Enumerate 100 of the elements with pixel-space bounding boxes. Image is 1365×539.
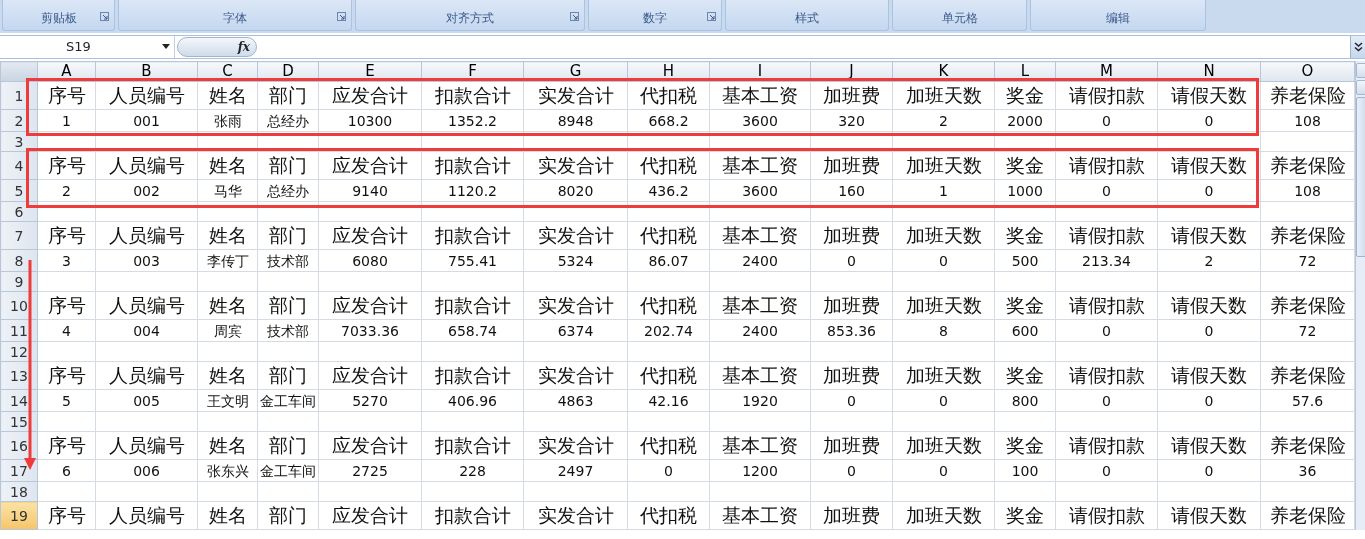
row-header[interactable]: 18 bbox=[0, 481, 38, 502]
header-cell: 实发合计 bbox=[523, 361, 628, 390]
table-cell: 213.34 bbox=[1055, 249, 1158, 272]
table-cell: 4863 bbox=[523, 389, 628, 412]
header-cell: 部门 bbox=[257, 221, 319, 250]
table-cell: 0 bbox=[1055, 179, 1158, 202]
table-cell: 0 bbox=[1055, 389, 1158, 412]
header-cell: 扣款合计 bbox=[421, 501, 524, 530]
table-cell: 668.2 bbox=[627, 109, 710, 132]
header-cell: 应发合计 bbox=[318, 291, 422, 320]
table-cell: 0 bbox=[1157, 109, 1261, 132]
table-cell: 金工车间 bbox=[257, 459, 319, 482]
dialog-launcher-icon[interactable] bbox=[570, 12, 579, 21]
header-cell: 加班费 bbox=[810, 221, 893, 250]
header-cell: 姓名 bbox=[197, 151, 258, 180]
table-cell: 3600 bbox=[709, 109, 811, 132]
header-cell: 序号 bbox=[37, 431, 96, 460]
header-cell: 养老保险 bbox=[1260, 361, 1355, 390]
header-cell: 序号 bbox=[37, 361, 96, 390]
table-cell: 5 bbox=[37, 389, 96, 412]
header-cell: 请假天数 bbox=[1157, 81, 1261, 110]
table-cell: 技术部 bbox=[257, 249, 319, 272]
dialog-launcher-icon[interactable] bbox=[337, 12, 346, 21]
header-cell: 加班费 bbox=[810, 361, 893, 390]
header-cell: 人员编号 bbox=[95, 221, 198, 250]
header-cell: 养老保险 bbox=[1260, 221, 1355, 250]
table-cell: 72 bbox=[1260, 249, 1355, 272]
table-cell: 总经办 bbox=[257, 179, 319, 202]
table-cell: 1352.2 bbox=[421, 109, 524, 132]
header-cell: 养老保险 bbox=[1260, 81, 1355, 110]
table-cell: 王文明 bbox=[197, 389, 258, 412]
table-cell: 5270 bbox=[318, 389, 422, 412]
column-header[interactable]: O bbox=[1260, 61, 1355, 82]
table-cell: 436.2 bbox=[627, 179, 710, 202]
expand-button[interactable] bbox=[1350, 36, 1365, 58]
table-cell: 6 bbox=[37, 459, 96, 482]
header-cell: 应发合计 bbox=[318, 501, 422, 530]
header-cell: 人员编号 bbox=[95, 501, 198, 530]
table-cell: 0 bbox=[892, 249, 995, 272]
table-cell: 202.74 bbox=[627, 319, 710, 342]
header-cell: 请假扣款 bbox=[1055, 501, 1158, 530]
table-cell: 金工车间 bbox=[257, 389, 319, 412]
table-cell: 160 bbox=[810, 179, 893, 202]
table-cell: 0 bbox=[1157, 179, 1261, 202]
vertical-scrollbar[interactable] bbox=[1355, 61, 1365, 530]
header-cell: 姓名 bbox=[197, 361, 258, 390]
table-cell: 3600 bbox=[709, 179, 811, 202]
header-cell: 请假天数 bbox=[1157, 431, 1261, 460]
header-cell: 加班天数 bbox=[892, 81, 995, 110]
table-cell: 技术部 bbox=[257, 319, 319, 342]
header-cell: 部门 bbox=[257, 291, 319, 320]
table-cell: 4 bbox=[37, 319, 96, 342]
header-cell: 加班费 bbox=[810, 291, 893, 320]
table-cell: 0 bbox=[1157, 389, 1261, 412]
table-cell: 406.96 bbox=[421, 389, 524, 412]
row-header[interactable]: 19 bbox=[0, 501, 38, 530]
table-cell: 0 bbox=[1157, 319, 1261, 342]
table-cell: 1 bbox=[37, 109, 96, 132]
header-cell: 基本工资 bbox=[709, 151, 811, 180]
table-cell: 0 bbox=[1055, 319, 1158, 342]
table-cell: 42.16 bbox=[627, 389, 710, 412]
table-cell: 8 bbox=[892, 319, 995, 342]
table-cell: 658.74 bbox=[421, 319, 524, 342]
header-cell: 奖金 bbox=[994, 81, 1056, 110]
dialog-launcher-icon[interactable] bbox=[707, 12, 716, 21]
header-cell: 代扣税 bbox=[627, 221, 710, 250]
header-cell: 序号 bbox=[37, 81, 96, 110]
table-cell: 5324 bbox=[523, 249, 628, 272]
header-cell: 扣款合计 bbox=[421, 291, 524, 320]
dialog-launcher-icon[interactable] bbox=[100, 12, 109, 21]
header-cell: 请假天数 bbox=[1157, 151, 1261, 180]
row-header[interactable]: 7 bbox=[0, 221, 38, 250]
header-cell: 人员编号 bbox=[95, 291, 198, 320]
table-cell: 1120.2 bbox=[421, 179, 524, 202]
header-cell: 加班费 bbox=[810, 81, 893, 110]
header-cell: 姓名 bbox=[197, 431, 258, 460]
header-cell: 实发合计 bbox=[523, 501, 628, 530]
header-cell: 请假扣款 bbox=[1055, 151, 1158, 180]
table-cell: 1000 bbox=[994, 179, 1056, 202]
header-cell: 基本工资 bbox=[709, 501, 811, 530]
name-box[interactable]: S19 bbox=[0, 36, 175, 58]
insert-function-button[interactable]: fx bbox=[177, 37, 257, 57]
header-cell: 部门 bbox=[257, 431, 319, 460]
table-cell: 9140 bbox=[318, 179, 422, 202]
header-cell: 部门 bbox=[257, 81, 319, 110]
table-cell: 2725 bbox=[318, 459, 422, 482]
header-cell: 序号 bbox=[37, 221, 96, 250]
header-cell: 加班天数 bbox=[892, 291, 995, 320]
header-cell: 序号 bbox=[37, 501, 96, 530]
select-all-corner[interactable] bbox=[0, 61, 38, 82]
header-cell: 基本工资 bbox=[709, 361, 811, 390]
table-cell: 总经办 bbox=[257, 109, 319, 132]
header-cell: 加班天数 bbox=[892, 221, 995, 250]
header-cell: 基本工资 bbox=[709, 81, 811, 110]
table-cell: 李传丁 bbox=[197, 249, 258, 272]
header-cell: 养老保险 bbox=[1260, 501, 1355, 530]
table-cell: 2 bbox=[37, 179, 96, 202]
table-cell: 005 bbox=[95, 389, 198, 412]
table-cell: 1200 bbox=[709, 459, 811, 482]
table-cell: 张雨 bbox=[197, 109, 258, 132]
